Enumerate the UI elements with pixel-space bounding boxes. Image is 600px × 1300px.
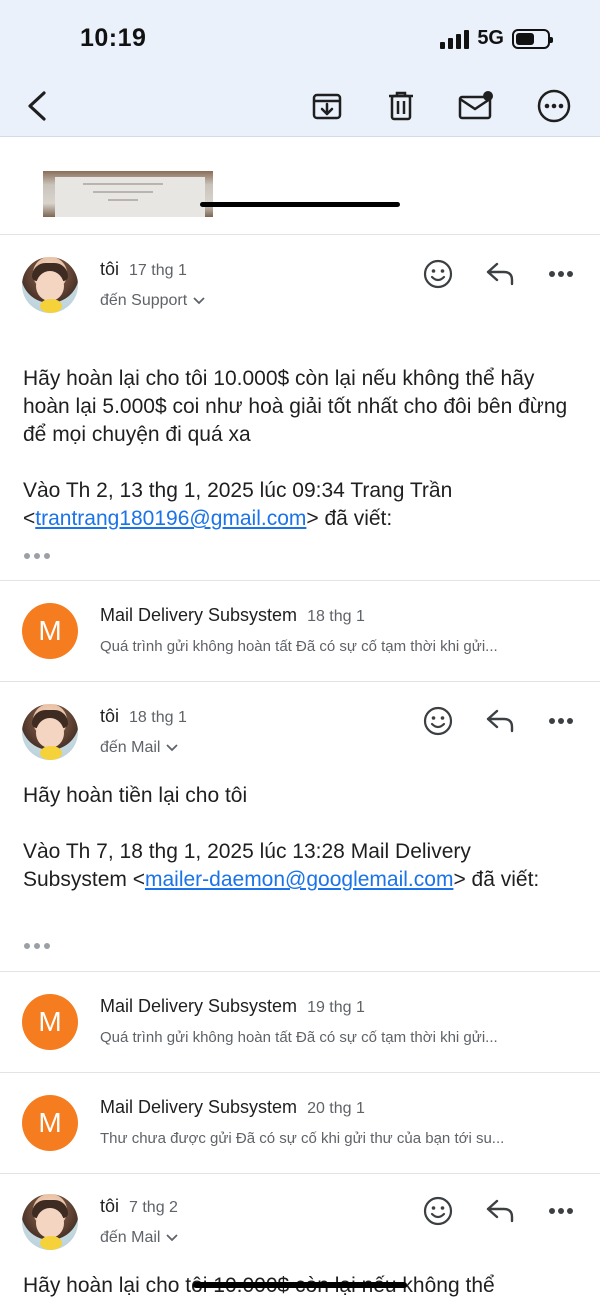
sender-name: tôi bbox=[100, 259, 120, 279]
chevron-down-icon bbox=[166, 744, 179, 752]
message-body: Hãy hoàn tiền lại cho tôi Vào Th 7, 18 t… bbox=[23, 782, 578, 894]
signal-icon bbox=[440, 29, 470, 49]
message-preview: Quá trình gửi không hoàn tất Đã có sự cố… bbox=[100, 1029, 498, 1046]
sender-name: Mail Delivery Subsystem bbox=[100, 996, 298, 1016]
emoji-react-icon[interactable] bbox=[420, 1193, 456, 1229]
recipient-dropdown[interactable]: đến Mail bbox=[100, 1229, 179, 1247]
sender-line: tôi 18 thg 1 bbox=[100, 706, 187, 727]
avatar[interactable] bbox=[22, 704, 78, 760]
message-date: 7 thg 2 bbox=[129, 1199, 178, 1216]
message-more-icon[interactable] bbox=[543, 256, 579, 292]
emoji-react-icon[interactable] bbox=[420, 256, 456, 292]
reply-icon[interactable] bbox=[482, 1193, 518, 1229]
recipient-dropdown[interactable]: đến Support bbox=[100, 292, 205, 310]
message-collapsed[interactable]: M Mail Delivery Subsystem 18 thg 1 Quá tr… bbox=[0, 581, 600, 682]
sender-line: tôi 7 thg 2 bbox=[100, 1196, 178, 1217]
chevron-down-icon bbox=[193, 297, 205, 305]
status-indicators: 5G bbox=[440, 27, 553, 50]
redaction-bar bbox=[200, 202, 400, 207]
quote-header: Vào Th 7, 18 thg 1, 2025 lúc 13:28 Mail … bbox=[23, 840, 540, 891]
back-arrow-icon[interactable] bbox=[18, 86, 58, 126]
message-more-icon[interactable] bbox=[543, 703, 579, 739]
top-header: 10:19 5G bbox=[0, 0, 600, 137]
message-more-icon[interactable] bbox=[543, 1193, 579, 1229]
message-body: Hãy hoàn lại cho tôi 10.000$ còn lại nếu… bbox=[23, 365, 578, 533]
emoji-react-icon[interactable] bbox=[420, 703, 456, 739]
avatar[interactable] bbox=[22, 1194, 78, 1250]
avatar[interactable] bbox=[22, 257, 78, 313]
recipient-label: đến Support bbox=[100, 292, 188, 309]
more-circle-icon[interactable] bbox=[534, 86, 574, 126]
avatar[interactable]: M bbox=[22, 1095, 78, 1151]
sender-line: Mail Delivery Subsystem 20 thg 1 bbox=[100, 1097, 365, 1118]
recipient-dropdown[interactable]: đến Mail bbox=[100, 739, 179, 757]
sender-line: Mail Delivery Subsystem 18 thg 1 bbox=[100, 605, 365, 626]
sender-line: Mail Delivery Subsystem 19 thg 1 bbox=[100, 996, 365, 1017]
recipient-label: đến Mail bbox=[100, 739, 161, 756]
message-collapsed[interactable]: M Mail Delivery Subsystem 19 thg 1 Quá tr… bbox=[0, 972, 600, 1073]
mail-unread-icon[interactable] bbox=[456, 86, 496, 126]
message-date: 20 thg 1 bbox=[307, 1100, 365, 1117]
sender-name: tôi bbox=[100, 1196, 120, 1216]
email-link[interactable]: mailer-daemon@googlemail.com bbox=[145, 868, 453, 891]
attachment-thumbnail[interactable] bbox=[43, 171, 213, 217]
message-preview: Quá trình gửi không hoàn tất Đã có sự cố… bbox=[100, 638, 498, 655]
battery-icon bbox=[512, 28, 553, 49]
email-link[interactable]: trantrang180196@gmail.com bbox=[35, 507, 306, 530]
attachment-area bbox=[0, 137, 600, 235]
show-quoted-text-button[interactable] bbox=[24, 551, 50, 561]
sender-name: tôi bbox=[100, 706, 120, 726]
avatar[interactable]: M bbox=[22, 994, 78, 1050]
message-date: 17 thg 1 bbox=[129, 262, 187, 279]
message-date: 18 thg 1 bbox=[307, 608, 365, 625]
chevron-down-icon bbox=[166, 1234, 179, 1242]
sender-name: Mail Delivery Subsystem bbox=[100, 1097, 298, 1117]
message-date: 18 thg 1 bbox=[129, 709, 187, 726]
message-collapsed[interactable]: M Mail Delivery Subsystem 20 thg 1 Thư ch… bbox=[0, 1073, 600, 1174]
body-paragraph: Hãy hoàn lại cho tôi 10.000$ còn lại nếu… bbox=[23, 367, 568, 446]
message-preview: Thư chưa được gửi Đã có sự cố khi gửi th… bbox=[100, 1130, 505, 1147]
show-quoted-text-button[interactable] bbox=[24, 941, 50, 951]
home-indicator[interactable] bbox=[193, 1282, 407, 1288]
message-expanded: tôi 18 thg 1 đến Mail Hãy hoàn tiền lại c… bbox=[0, 682, 600, 972]
recipient-label: đến Mail bbox=[100, 1229, 161, 1246]
archive-icon[interactable] bbox=[307, 86, 347, 126]
reply-icon[interactable] bbox=[482, 256, 518, 292]
reply-icon[interactable] bbox=[482, 703, 518, 739]
avatar[interactable]: M bbox=[22, 603, 78, 659]
sender-line: tôi 17 thg 1 bbox=[100, 259, 187, 280]
message-expanded: tôi 17 thg 1 đến Support Hãy hoàn lại cho… bbox=[0, 235, 600, 581]
sender-name: Mail Delivery Subsystem bbox=[100, 605, 298, 625]
trash-icon[interactable] bbox=[381, 86, 421, 126]
message-date: 19 thg 1 bbox=[307, 999, 365, 1016]
status-time: 10:19 bbox=[80, 24, 147, 52]
body-paragraph: Hãy hoàn tiền lại cho tôi bbox=[23, 784, 248, 807]
network-type: 5G bbox=[477, 27, 504, 49]
quote-header: Vào Th 2, 13 thg 1, 2025 lúc 09:34 Trang… bbox=[23, 479, 453, 530]
